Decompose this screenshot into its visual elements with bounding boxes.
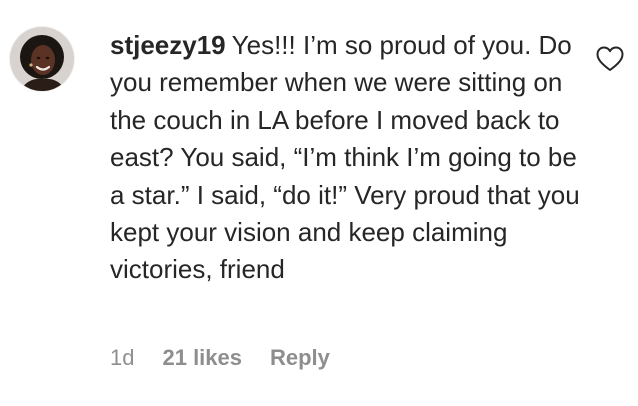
comment-meta: 1d 21 likes Reply [110, 342, 330, 374]
comment-timestamp[interactable]: 1d [110, 345, 134, 371]
profile-photo-icon [10, 27, 74, 91]
username-link[interactable]: stjeezy19 [110, 30, 226, 60]
reply-button[interactable]: Reply [270, 345, 330, 371]
comment: stjeezy19 Yes!!! I’m so proud of you. Do … [0, 0, 638, 406]
heart-outline-icon [596, 46, 624, 71]
comment-body: stjeezy19 Yes!!! I’m so proud of you. Do … [110, 27, 580, 289]
like-button[interactable] [596, 46, 624, 72]
avatar[interactable] [10, 27, 74, 91]
comment-text: Yes!!! I’m so proud of you. Do you remem… [110, 30, 580, 285]
likes-count-button[interactable]: 21 likes [162, 345, 242, 371]
